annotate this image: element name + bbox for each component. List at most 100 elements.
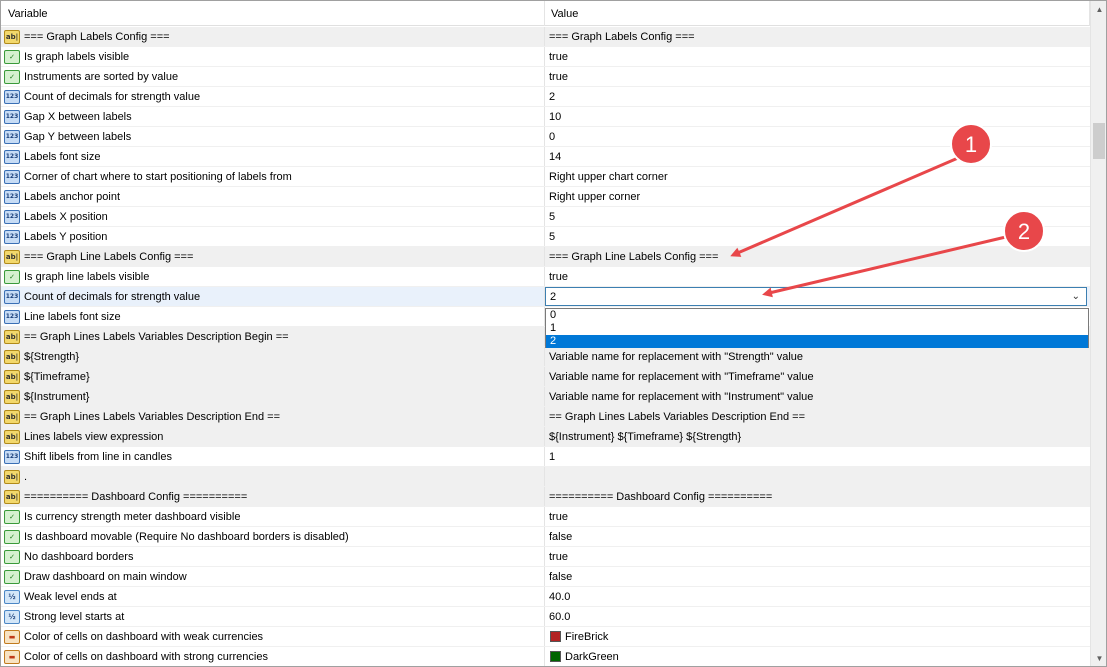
value-cell[interactable]: 40.0 xyxy=(545,587,1090,606)
grid-row[interactable]: 123 Gap Y between labels 0 xyxy=(1,127,1090,147)
variable-cell[interactable]: ▬ Color of cells on dashboard with strong… xyxy=(1,647,545,666)
value-cell[interactable]: === Graph Line Labels Config === xyxy=(545,247,1090,266)
variable-cell[interactable]: 123 Line labels font size xyxy=(1,307,545,326)
variable-cell[interactable]: 123 Gap Y between labels xyxy=(1,127,545,146)
variable-cell[interactable]: 123 Labels anchor point xyxy=(1,187,545,206)
variable-cell[interactable]: ab| ${Instrument} xyxy=(1,387,545,406)
variable-cell[interactable]: ½ Strong level starts at xyxy=(1,607,545,626)
value-cell[interactable]: 5 xyxy=(545,207,1090,226)
grid-row[interactable]: ½ Strong level starts at 60.0 xyxy=(1,607,1090,627)
scroll-up-arrow-icon[interactable]: ▲ xyxy=(1091,1,1106,18)
grid-row[interactable]: 123 Count of decimals for strength value 2… xyxy=(1,287,1090,307)
grid-row[interactable]: 123 Gap X between labels 10 xyxy=(1,107,1090,127)
value-cell[interactable]: === Graph Labels Config === xyxy=(545,27,1090,46)
variable-cell[interactable]: ab|. xyxy=(1,467,545,486)
variable-cell[interactable]: ab| Lines labels view expression xyxy=(1,427,545,446)
value-cell[interactable]: Right upper corner xyxy=(545,187,1090,206)
value-cell[interactable]: == Graph Lines Labels Variables Descript… xyxy=(545,407,1090,426)
grid-row[interactable]: ▬ Color of cells on dashboard with weak c… xyxy=(1,627,1090,647)
variable-cell[interactable]: 123 Shift libels from line in candles xyxy=(1,447,545,466)
grid-row[interactable]: 123 Labels anchor point Right upper corner xyxy=(1,187,1090,207)
grid-row[interactable]: ab| ${Timeframe} Variable name for replace… xyxy=(1,367,1090,387)
variable-cell[interactable]: 123 Count of decimals for strength value xyxy=(1,287,545,306)
dropdown-option[interactable]: 0 xyxy=(546,309,1088,322)
grid-row[interactable]: ✓ Is dashboard movable (Require No dashbo… xyxy=(1,527,1090,547)
value-cell[interactable]: false xyxy=(545,527,1090,546)
value-cell[interactable]: 1 xyxy=(545,447,1090,466)
grid-row[interactable]: ab| ${Instrument} Variable name for replac… xyxy=(1,387,1090,407)
decimals-dropdown-list[interactable]: 012 xyxy=(545,308,1089,348)
grid-row[interactable]: ✓ No dashboard borders true xyxy=(1,547,1090,567)
scroll-down-arrow-icon[interactable]: ▼ xyxy=(1091,650,1106,666)
variable-cell[interactable]: ▬ Color of cells on dashboard with weak c… xyxy=(1,627,545,646)
variable-cell[interactable]: 123 Labels X position xyxy=(1,207,545,226)
variable-cell[interactable]: ✓ Is graph line labels visible xyxy=(1,267,545,286)
grid-row[interactable]: ✓ Draw dashboard on main window false xyxy=(1,567,1090,587)
variable-cell[interactable]: ✓ Is graph labels visible xyxy=(1,47,545,66)
grid-row[interactable]: ✓ Instruments are sorted by value true xyxy=(1,67,1090,87)
variable-cell[interactable]: 123 Gap X between labels xyxy=(1,107,545,126)
value-cell[interactable]: 2 ⌄ xyxy=(545,287,1090,306)
grid-row[interactable]: 123 Count of decimals for strength value 2 xyxy=(1,87,1090,107)
value-cell[interactable]: DarkGreen xyxy=(545,647,1090,666)
chevron-down-icon[interactable]: ⌄ xyxy=(1072,291,1080,302)
dropdown-option[interactable]: 2 xyxy=(546,335,1088,348)
grid-row[interactable]: 123 Shift libels from line in candles 1 xyxy=(1,447,1090,467)
variable-cell[interactable]: 123 Count of decimals for strength value xyxy=(1,87,545,106)
grid-row[interactable]: 123 Labels Y position 5 xyxy=(1,227,1090,247)
value-cell[interactable]: true xyxy=(545,547,1090,566)
decimals-select[interactable]: 2 ⌄ xyxy=(545,287,1087,306)
value-cell[interactable]: ${Instrument} ${Timeframe} ${Strength} xyxy=(545,427,1090,446)
grid-row[interactable]: ▬ Color of cells on dashboard with strong… xyxy=(1,647,1090,666)
value-cell[interactable]: FireBrick xyxy=(545,627,1090,646)
grid-row[interactable]: ab| == Graph Lines Labels Variables Descr… xyxy=(1,407,1090,427)
variable-cell[interactable]: ab| === Graph Labels Config === xyxy=(1,27,545,46)
value-cell[interactable]: Right upper chart corner xyxy=(545,167,1090,186)
scrollbar-thumb[interactable] xyxy=(1093,123,1105,159)
value-cell[interactable]: true xyxy=(545,47,1090,66)
value-cell[interactable]: true xyxy=(545,507,1090,526)
value-cell[interactable]: 10 xyxy=(545,107,1090,126)
grid-row[interactable]: ab| === Graph Labels Config === === Graph … xyxy=(1,27,1090,47)
variable-cell[interactable]: ✓ Instruments are sorted by value xyxy=(1,67,545,86)
variable-cell[interactable]: ab| ${Timeframe} xyxy=(1,367,545,386)
variable-cell[interactable]: ✓ Draw dashboard on main window xyxy=(1,567,545,586)
grid-row[interactable]: ab| === Graph Line Labels Config === === G… xyxy=(1,247,1090,267)
grid-row[interactable]: 123 Labels X position 5 xyxy=(1,207,1090,227)
value-cell[interactable]: 60.0 xyxy=(545,607,1090,626)
variable-cell[interactable]: ab| ${Strength} xyxy=(1,347,545,366)
variable-cell[interactable]: ✓ Is currency strength meter dashboard vi… xyxy=(1,507,545,526)
grid-row[interactable]: ab| ========== Dashboard Config =========… xyxy=(1,487,1090,507)
value-cell[interactable]: Variable name for replacement with "Time… xyxy=(545,367,1090,386)
value-cell[interactable]: false xyxy=(545,567,1090,586)
grid-row[interactable]: ab|. xyxy=(1,467,1090,487)
grid-row[interactable]: 123 Corner of chart where to start positi… xyxy=(1,167,1090,187)
value-cell[interactable]: Variable name for replacement with "Inst… xyxy=(545,387,1090,406)
grid-row[interactable]: ab| Lines labels view expression ${Instrum… xyxy=(1,427,1090,447)
variable-cell[interactable]: ab| == Graph Lines Labels Variables Descr… xyxy=(1,407,545,426)
variable-cell[interactable]: 123 Labels Y position xyxy=(1,227,545,246)
variable-cell[interactable]: 123 Corner of chart where to start positi… xyxy=(1,167,545,186)
column-header-value[interactable]: Value xyxy=(545,1,1090,26)
variable-cell[interactable]: ✓ No dashboard borders xyxy=(1,547,545,566)
value-cell[interactable]: true xyxy=(545,267,1090,286)
dropdown-option[interactable]: 1 xyxy=(546,322,1088,335)
variable-cell[interactable]: ½ Weak level ends at xyxy=(1,587,545,606)
variable-cell[interactable]: ab| === Graph Line Labels Config === xyxy=(1,247,545,266)
grid-row[interactable]: 123 Labels font size 14 xyxy=(1,147,1090,167)
variable-cell[interactable]: 123 Labels font size xyxy=(1,147,545,166)
grid-row[interactable]: ab| ${Strength} Variable name for replacem… xyxy=(1,347,1090,367)
value-cell[interactable]: Variable name for replacement with "Stre… xyxy=(545,347,1090,366)
grid-row[interactable]: ✓ Is graph line labels visible true xyxy=(1,267,1090,287)
column-header-variable[interactable]: Variable xyxy=(1,1,545,26)
grid-row[interactable]: ✓ Is graph labels visible true xyxy=(1,47,1090,67)
value-cell[interactable]: 14 xyxy=(545,147,1090,166)
value-cell[interactable] xyxy=(545,467,1090,486)
variable-cell[interactable]: ab| ========== Dashboard Config =========… xyxy=(1,487,545,506)
value-cell[interactable]: true xyxy=(545,67,1090,86)
value-cell[interactable]: 5 xyxy=(545,227,1090,246)
variable-cell[interactable]: ab| == Graph Lines Labels Variables Descr… xyxy=(1,327,545,346)
grid-row[interactable]: ✓ Is currency strength meter dashboard vi… xyxy=(1,507,1090,527)
value-cell[interactable]: ========== Dashboard Config ========== xyxy=(545,487,1090,506)
grid-row[interactable]: ½ Weak level ends at 40.0 xyxy=(1,587,1090,607)
